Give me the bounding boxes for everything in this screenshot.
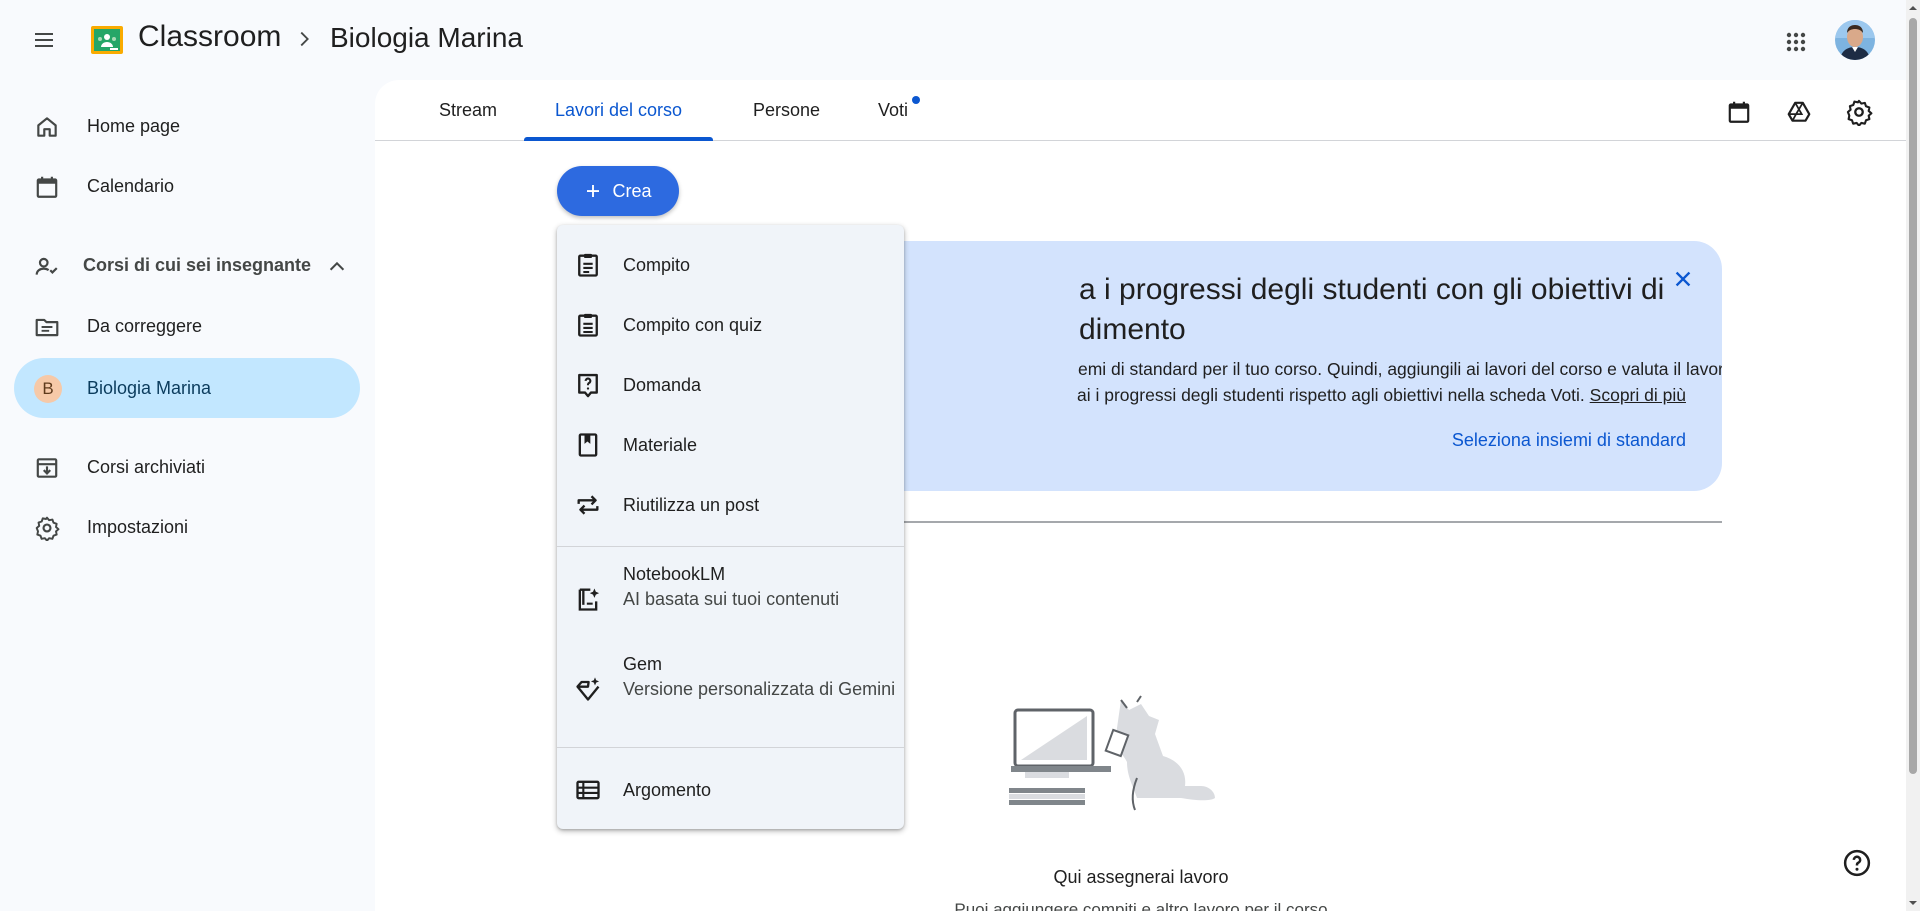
menu-item-label: Compito: [623, 255, 691, 275]
calendar-icon: [34, 174, 60, 200]
create-button-label: Crea: [612, 180, 652, 201]
sidebar-item-archived[interactable]: Corsi archiviati: [14, 437, 360, 497]
banner-text-line2-row: ai i progressi degli studenti rispetto a…: [1077, 382, 1722, 408]
course-tabs: Stream Lavori del corso Persone Voti: [375, 80, 1906, 141]
menu-item-material[interactable]: Materiale: [557, 423, 904, 467]
banner-text-line2: ai i progressi degli studenti rispetto a…: [1077, 385, 1585, 405]
quiz-assignment-icon: [574, 311, 602, 339]
sidebar-item-label: Corsi archiviati: [87, 456, 206, 477]
banner-title-line2: dimento: [1079, 313, 1186, 346]
create-menu: Compito Compito con quiz Domanda Materia…: [557, 225, 904, 829]
menu-item-label: NotebookLM: [623, 564, 726, 584]
topic-list-icon: [574, 776, 602, 804]
tab-course-work[interactable]: Lavori del corso: [524, 80, 713, 141]
sidebar-item-home[interactable]: Home page: [14, 96, 360, 156]
sidebar-item-settings[interactable]: Impostazioni: [14, 497, 360, 557]
notification-dot: [912, 96, 920, 104]
menu-item-topic[interactable]: Argomento: [557, 768, 904, 812]
banner-text: emi di standard per il tuo corso. Quindi…: [1077, 356, 1722, 408]
sidebar-item-biologia-marina[interactable]: B Biologia Marina: [14, 358, 360, 418]
menu-item-sublabel: Versione personalizzata di Gemini: [623, 679, 896, 699]
chevron-right-icon: [293, 28, 315, 50]
home-icon: [34, 114, 60, 140]
notebooklm-icon: [574, 585, 602, 613]
sidebar-item-label: Impostazioni: [87, 516, 189, 537]
chevron-up-icon[interactable]: [326, 256, 348, 278]
assignment-icon: [574, 251, 602, 279]
app-header: Classroom Biologia Marina: [0, 0, 1906, 80]
menu-divider: [557, 747, 904, 748]
menu-item-label: Materiale: [623, 435, 698, 455]
material-icon: [574, 431, 602, 459]
scrollbar-thumb[interactable]: [1909, 18, 1917, 774]
sidebar-item-label: Home page: [87, 115, 181, 136]
app-title[interactable]: Classroom: [138, 20, 281, 54]
sidebar: Home page Calendario Corsi di cui sei in…: [0, 80, 375, 911]
menu-item-label: Domanda: [623, 375, 702, 395]
menu-item-label: Argomento: [623, 780, 712, 800]
empty-state-illustration: [1009, 690, 1269, 820]
plus-icon: [584, 182, 602, 200]
close-icon[interactable]: [1666, 262, 1700, 296]
menu-item-quiz-assignment[interactable]: Compito con quiz: [557, 303, 904, 347]
scroll-up-arrow-icon[interactable]: [1909, 4, 1917, 12]
learn-more-link[interactable]: Scopri di più: [1590, 385, 1686, 405]
help-icon[interactable]: [1842, 848, 1872, 878]
menu-item-reuse-post[interactable]: Riutilizza un post: [557, 483, 904, 527]
banner-title-line1: a i progressi degli studenti con gli obi…: [1079, 273, 1665, 306]
tab-people[interactable]: Persone: [731, 80, 842, 140]
google-apps-grid-icon[interactable]: [1776, 22, 1816, 62]
select-standards-link[interactable]: Seleziona insiemi di standard: [1452, 430, 1686, 451]
sidebar-item-label: Da correggere: [87, 315, 203, 336]
tab-stream[interactable]: Stream: [418, 80, 518, 140]
menu-item-label: Riutilizza un post: [623, 495, 760, 515]
user-avatar[interactable]: [1835, 20, 1875, 60]
question-icon: [574, 371, 602, 399]
sidebar-item-label: Calendario: [87, 175, 175, 196]
page-scrollbar[interactable]: [1906, 0, 1920, 911]
course-initial-avatar: B: [34, 375, 62, 403]
calendar-icon[interactable]: [1721, 94, 1757, 130]
repeat-icon: [574, 491, 602, 519]
banner-text-line1: emi di standard per il tuo corso. Quindi…: [1078, 359, 1722, 379]
menu-item-question[interactable]: Domanda: [557, 363, 904, 407]
menu-item-notebooklm[interactable]: NotebookLM AI basata sui tuoi contenuti: [557, 563, 904, 635]
gear-icon: [34, 515, 60, 541]
menu-item-label: Gem: [623, 654, 663, 674]
hamburger-menu-icon[interactable]: [24, 22, 64, 58]
folder-list-icon: [34, 314, 60, 340]
people-icon: [34, 254, 60, 280]
gem-icon: [574, 675, 602, 703]
course-title[interactable]: Biologia Marina: [330, 22, 523, 54]
sidebar-item-to-review[interactable]: Da correggere: [14, 296, 360, 356]
empty-state-title: Qui assegnerai lavoro: [1053, 867, 1229, 887]
empty-state-subtitle: Puoi aggiungere compiti e altro lavoro p…: [954, 900, 1328, 911]
teaching-section-label: Corsi di cui sei insegnante: [83, 255, 312, 275]
sidebar-item-label: Biologia Marina: [87, 377, 212, 398]
scroll-down-arrow-icon[interactable]: [1909, 899, 1917, 907]
classroom-logo[interactable]: [91, 26, 123, 54]
archive-icon: [34, 455, 60, 481]
gear-icon[interactable]: [1841, 94, 1877, 130]
create-button[interactable]: Crea: [557, 166, 679, 216]
menu-item-assignment[interactable]: Compito: [557, 243, 904, 287]
drive-icon[interactable]: [1781, 94, 1817, 130]
menu-item-gem[interactable]: Gem Versione personalizzata di Gemini: [557, 653, 904, 725]
sidebar-item-calendar[interactable]: Calendario: [14, 156, 360, 216]
teaching-section-header[interactable]: Corsi di cui sei insegnante: [14, 236, 360, 296]
tab-grades[interactable]: Voti: [853, 80, 933, 140]
menu-item-label: Compito con quiz: [623, 315, 763, 335]
menu-divider: [557, 546, 904, 547]
menu-item-sublabel: AI basata sui tuoi contenuti: [623, 589, 840, 609]
